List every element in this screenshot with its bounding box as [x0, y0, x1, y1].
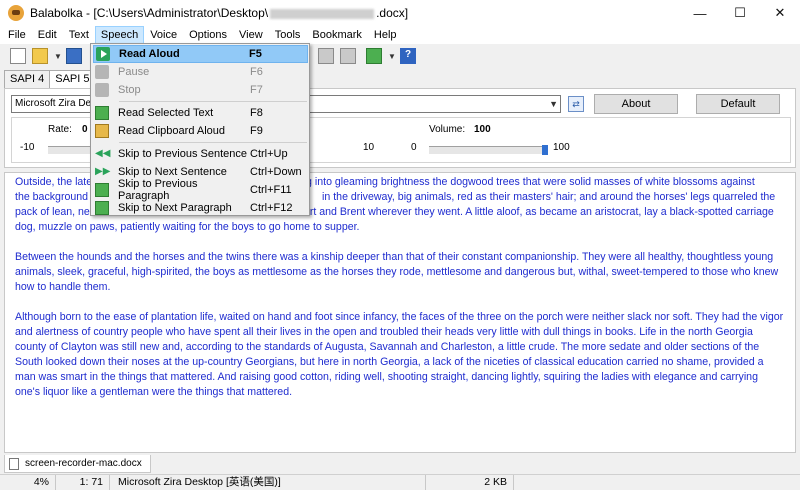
- about-button[interactable]: About: [594, 94, 678, 114]
- open-folder-icon[interactable]: [32, 48, 48, 64]
- pause-icon: [95, 65, 109, 79]
- previous-paragraph-icon: [95, 183, 109, 197]
- menu-skip-previous-paragraph[interactable]: Skip to Previous Paragraph Ctrl+F11: [93, 178, 308, 202]
- menu-text[interactable]: Text: [63, 26, 95, 44]
- new-document-icon[interactable]: [10, 48, 26, 64]
- open-dropdown-icon[interactable]: ▼: [54, 52, 62, 61]
- help-icon[interactable]: ?: [400, 48, 416, 64]
- document-tab[interactable]: screen-recorder-mac.docx: [4, 455, 151, 473]
- clipboard-icon: [95, 124, 109, 138]
- menu-skip-next-paragraph[interactable]: Skip to Next Paragraph Ctrl+F12: [93, 199, 308, 217]
- window-title: Balabolka - [C:\Users\Administrator\Desk…: [30, 6, 409, 20]
- export-audio-icon[interactable]: [318, 48, 334, 64]
- volume-label: Volume:: [429, 124, 466, 135]
- convert-icon[interactable]: [366, 48, 382, 64]
- rate-label: Rate:: [48, 124, 72, 135]
- tab-sapi5[interactable]: SAPI 5: [49, 70, 96, 89]
- volume-slider[interactable]: [429, 146, 545, 154]
- maximize-button[interactable]: ☐: [720, 0, 760, 26]
- menu-tools[interactable]: Tools: [269, 26, 307, 44]
- status-zoom: 4%: [0, 475, 56, 490]
- menu-voice[interactable]: Voice: [144, 26, 183, 44]
- play-icon: [96, 47, 110, 61]
- status-empty: [514, 475, 800, 490]
- convert-dropdown-icon[interactable]: ▼: [388, 52, 396, 61]
- read-selection-icon: [95, 106, 109, 120]
- window-controls: — ☐ ✕: [680, 0, 800, 26]
- menu-bar: File Edit Text Speech Voice Options View…: [0, 26, 800, 44]
- menu-speech[interactable]: Speech: [94, 26, 145, 44]
- menu-pause[interactable]: Pause F6: [93, 63, 308, 81]
- rate-value: 0: [82, 124, 88, 135]
- volume-value: 100: [474, 124, 491, 135]
- close-button[interactable]: ✕: [760, 0, 800, 26]
- menu-bookmark[interactable]: Bookmark: [306, 26, 368, 44]
- menu-stop[interactable]: Stop F7: [93, 81, 308, 99]
- menu-edit[interactable]: Edit: [32, 26, 63, 44]
- menu-read-selected-text[interactable]: Read Selected Text F8: [93, 104, 308, 122]
- stop-icon: [95, 83, 109, 97]
- menu-separator: [119, 101, 307, 102]
- split-file-icon[interactable]: [340, 48, 356, 64]
- next-paragraph-icon: [95, 201, 109, 215]
- menu-options[interactable]: Options: [183, 26, 233, 44]
- skip-forward-icon: ▶▶: [95, 166, 111, 177]
- document-icon: [9, 457, 19, 470]
- status-position: 1: 71: [56, 475, 110, 490]
- refresh-voices-icon[interactable]: ⇄: [568, 96, 584, 112]
- pitch-max-label: 10: [363, 142, 375, 153]
- save-icon[interactable]: [66, 48, 82, 64]
- chevron-down-icon: ▼: [549, 99, 558, 109]
- title-bar: Balabolka - [C:\Users\Administrator\Desk…: [0, 0, 800, 26]
- paragraph-2: Between the hounds and the horses and th…: [15, 251, 779, 293]
- tab-sapi4[interactable]: SAPI 4: [4, 70, 51, 88]
- skip-back-icon: ◀◀: [95, 148, 111, 159]
- menu-read-clipboard-aloud[interactable]: Read Clipboard Aloud F9: [93, 122, 308, 140]
- paragraph-3: Although born to the ease of plantation …: [15, 311, 784, 398]
- default-button[interactable]: Default: [696, 94, 780, 114]
- rate-min-label: -10: [20, 142, 35, 153]
- menu-separator: [119, 142, 307, 143]
- minimize-button[interactable]: —: [680, 0, 720, 26]
- document-tabs: screen-recorder-mac.docx: [4, 455, 151, 473]
- volume-min-label: 0: [411, 142, 417, 153]
- status-bar: 4% 1: 71 Microsoft Zira Desktop [英语(美国)]…: [0, 474, 800, 490]
- menu-view[interactable]: View: [233, 26, 269, 44]
- menu-read-aloud[interactable]: Read Aloud F5: [93, 45, 308, 63]
- rate-slider[interactable]: [48, 146, 92, 154]
- menu-skip-previous-sentence[interactable]: ◀◀ Skip to Previous Sentence Ctrl+Up: [93, 145, 308, 163]
- status-voice: Microsoft Zira Desktop [英语(美国)]: [110, 475, 426, 490]
- status-size: 2 KB: [426, 475, 514, 490]
- menu-help[interactable]: Help: [368, 26, 403, 44]
- speech-menu-popup: Read Aloud F5 Pause F6 Stop F7 Read Sele…: [90, 43, 310, 216]
- balabolka-app-icon: [8, 5, 24, 21]
- menu-file[interactable]: File: [2, 26, 32, 44]
- blurred-filename: [270, 8, 375, 19]
- volume-slider-thumb[interactable]: [542, 145, 548, 155]
- volume-max-label: 100: [553, 142, 570, 153]
